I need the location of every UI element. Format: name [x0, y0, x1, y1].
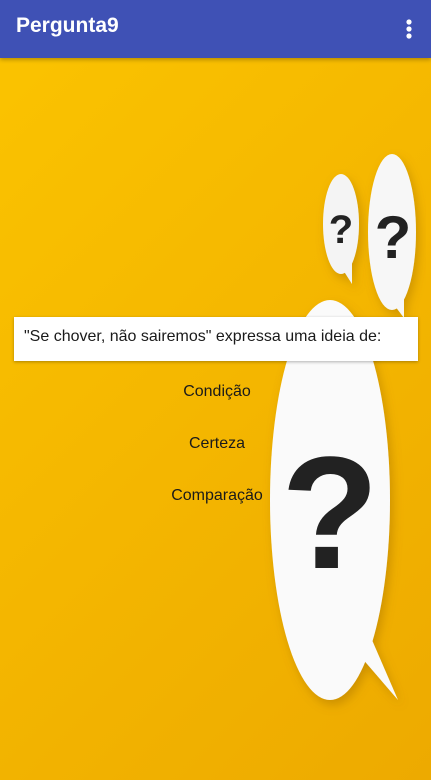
app-bar: Pergunta9: [0, 0, 431, 58]
option-certeza[interactable]: Certeza: [115, 435, 319, 453]
small-question-mark: ?: [329, 208, 353, 252]
option-comparacao[interactable]: Comparação: [115, 487, 319, 505]
more-vert-icon[interactable]: [395, 12, 423, 46]
app-bar-title: Pergunta9: [16, 14, 119, 37]
overflow-menu-button[interactable]: [395, 12, 423, 46]
question-text: "Se chover, não sairemos" expressa uma i…: [24, 328, 382, 345]
medium-question-mark: ?: [375, 204, 412, 271]
option-condicao[interactable]: Condição: [115, 383, 319, 401]
question-card: "Se chover, não sairemos" expressa uma i…: [14, 317, 418, 361]
quiz-screen: ? ? ? Pergunta9 "Se chover, não sairemos…: [0, 0, 431, 780]
